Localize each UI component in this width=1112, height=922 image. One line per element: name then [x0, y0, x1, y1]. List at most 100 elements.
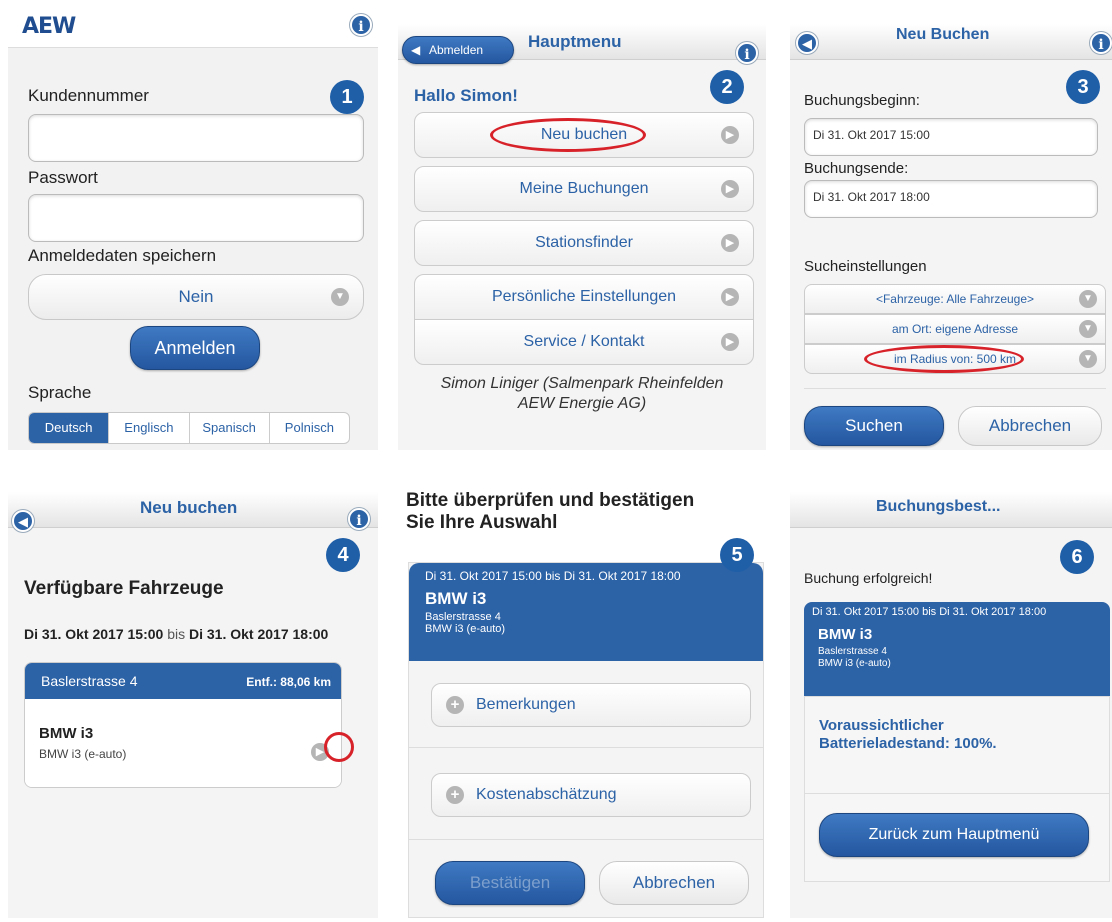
such-label: Sucheinstellungen	[804, 258, 927, 275]
date-range: Di 31. Okt 2017 15:00 bis Di 31. Okt 201…	[24, 626, 328, 642]
back-arrow-icon: ◀	[411, 43, 421, 57]
confirm-heading: Bitte überprüfen und bestätigen Sie Ihre…	[406, 490, 694, 534]
plus-icon: +	[446, 695, 464, 714]
chevron-right-icon: ▶	[721, 333, 739, 351]
page-title: Hauptmenu	[528, 32, 622, 51]
speichern-label: Anmeldedaten speichern	[28, 246, 217, 265]
info-icon[interactable]: i	[736, 42, 758, 64]
tab-englisch[interactable]: Englisch	[108, 413, 188, 443]
screen-verfuegbare-fahrzeuge: ◀ Neu buchen i 4 Verfügbare Fahrzeuge Di…	[8, 492, 378, 918]
option-label: am Ort: eigene Adresse	[891, 322, 1019, 336]
vehicle-card: Baslerstrasse 4 Entf.: 88,06 km BMW i3 B…	[24, 662, 342, 788]
chevron-right-icon: ▶	[721, 234, 739, 252]
menu-meine-buchungen[interactable]: Meine Buchungen ▶	[414, 166, 754, 212]
highlight-oval	[490, 118, 646, 152]
card-header: Baslerstrasse 4 Entf.: 88,06 km	[25, 663, 341, 699]
chevron-right-icon: ▶	[721, 288, 739, 306]
page-title: Neu buchen	[140, 498, 238, 517]
plus-icon: +	[446, 785, 464, 804]
car-desc: BMW i3 (e-auto)	[425, 623, 506, 635]
screen-neu-buchen: ◀ Neu Buchen i 3 Buchungsbeginn: Di 31. …	[790, 24, 1112, 450]
back-icon[interactable]: ◀	[796, 32, 818, 54]
menu-stationsfinder[interactable]: Stationsfinder ▶	[414, 220, 754, 266]
screen-buchungsbestaetigung: Buchungsbest... 6 Buchung erfolgreich! D…	[790, 492, 1112, 918]
section-heading: Verfügbare Fahrzeuge	[24, 578, 224, 599]
tab-polnisch[interactable]: Polnisch	[268, 413, 349, 443]
booking-period: Di 31. Okt 2017 15:00 bis Di 31. Okt 201…	[425, 569, 681, 583]
back-icon[interactable]: ◀	[12, 510, 34, 532]
chevron-down-icon: ▼	[331, 288, 349, 306]
ende-input[interactable]: Di 31. Okt 2017 18:00	[804, 180, 1098, 218]
passwort-label: Passwort	[28, 168, 98, 187]
bemerkungen-collapsible[interactable]: + Bemerkungen	[431, 683, 751, 727]
abbrechen-button[interactable]: Abbrechen	[599, 861, 749, 905]
language-tabs: Deutsch Englisch Spanisch Polnisch	[28, 412, 350, 444]
option-ort[interactable]: am Ort: eigene Adresse ▼	[804, 314, 1106, 344]
beginn-label: Buchungsbeginn:	[804, 92, 920, 109]
footer-line: AEW Energie AG)	[517, 395, 647, 412]
divider	[805, 793, 1109, 794]
suchen-button[interactable]: Suchen	[804, 406, 944, 446]
footer-line: Simon Liniger (Salmenpark Rheinfelden	[440, 375, 724, 392]
chevron-down-icon: ▼	[1079, 350, 1097, 368]
address: Baslerstrasse 4	[425, 611, 501, 623]
step-badge: 3	[1066, 70, 1100, 104]
success-message: Buchung erfolgreich!	[804, 570, 933, 586]
bemerkungen-label: Bemerkungen	[476, 696, 576, 713]
page-title: Buchungsbest...	[876, 498, 1001, 515]
zurueck-button[interactable]: Zurück zum Hauptmenü	[819, 813, 1089, 857]
login-button[interactable]: Anmelden	[130, 326, 260, 370]
step-badge: 4	[326, 538, 360, 572]
speichern-value: Nein	[178, 287, 214, 306]
option-label: <Fahrzeuge: Alle Fahrzeuge>	[875, 292, 1035, 306]
step-badge: 5	[720, 538, 754, 572]
menu-label: Stationsfinder	[535, 234, 633, 251]
menu-service[interactable]: Service / Kontakt ▶	[414, 319, 754, 365]
screen-bestaetigen: Bitte überprüfen und bestätigen Sie Ihre…	[398, 488, 766, 918]
aew-logo: AEW	[22, 14, 76, 39]
highlight-oval	[324, 732, 354, 762]
abbrechen-button[interactable]: Abbrechen	[958, 406, 1102, 446]
tab-spanisch[interactable]: Spanisch	[188, 413, 269, 443]
info-icon[interactable]: i	[1090, 32, 1112, 54]
station-name: Baslerstrasse 4	[41, 673, 138, 689]
chevron-down-icon: ▼	[1079, 290, 1097, 308]
booking-summary: Di 31. Okt 2017 15:00 bis Di 31. Okt 201…	[409, 563, 763, 661]
page-title: Neu Buchen	[896, 26, 990, 43]
battery-line: Batterieladestand: 100%.	[819, 735, 997, 752]
sprache-label: Sprache	[28, 383, 92, 402]
passwort-input[interactable]	[28, 194, 364, 242]
vehicle-row[interactable]: BMW i3 BMW i3 (e-auto) ▶	[25, 699, 341, 787]
battery-line: Voraussichtlicher	[819, 717, 944, 734]
option-fahrzeuge[interactable]: <Fahrzeuge: Alle Fahrzeuge> ▼	[804, 284, 1106, 314]
beginn-input[interactable]: Di 31. Okt 2017 15:00	[804, 118, 1098, 156]
step-badge: 2	[710, 70, 744, 104]
booking-period: Di 31. Okt 2017 15:00 bis Di 31. Okt 201…	[812, 606, 1047, 618]
screen-login: AEW i 1 Kundennummer Passwort Anmeldedat…	[8, 6, 378, 450]
kundennummer-label: Kundennummer	[28, 86, 149, 105]
booking-detail: Voraussichtlicher Batterieladestand: 100…	[804, 696, 1110, 882]
abmelden-button[interactable]: ◀ Abmelden	[402, 36, 514, 64]
info-icon[interactable]: i	[348, 508, 370, 530]
info-icon[interactable]: i	[350, 14, 372, 36]
distance: Entf.: 88,06 km	[246, 675, 331, 689]
car-name: BMW i3	[818, 626, 873, 643]
chevron-right-icon: ▶	[721, 126, 739, 144]
user-footer: Simon Liniger (Salmenpark Rheinfelden AE…	[398, 374, 766, 414]
car-desc: BMW i3 (e-auto)	[39, 747, 127, 761]
step-badge: 6	[1060, 540, 1094, 574]
step-badge: 1	[330, 80, 364, 114]
speichern-select[interactable]: Nein ▼	[28, 274, 364, 320]
menu-einstellungen[interactable]: Persönliche Einstellungen ▶	[414, 274, 754, 320]
kosten-collapsible[interactable]: + Kostenabschätzung	[431, 773, 751, 817]
heading-line: Bitte überprüfen und bestätigen	[406, 490, 695, 511]
tab-deutsch[interactable]: Deutsch	[29, 413, 109, 443]
car-desc: BMW i3 (e-auto)	[818, 658, 891, 669]
chevron-down-icon: ▼	[1079, 320, 1097, 338]
divider	[804, 388, 1106, 389]
heading-line: Sie Ihre Auswahl	[406, 512, 558, 533]
menu-label: Persönliche Einstellungen	[491, 288, 677, 305]
bestaetigen-button[interactable]: Bestätigen	[435, 861, 585, 905]
kundennummer-input[interactable]	[28, 114, 364, 162]
greeting: Hallo Simon!	[414, 86, 518, 105]
